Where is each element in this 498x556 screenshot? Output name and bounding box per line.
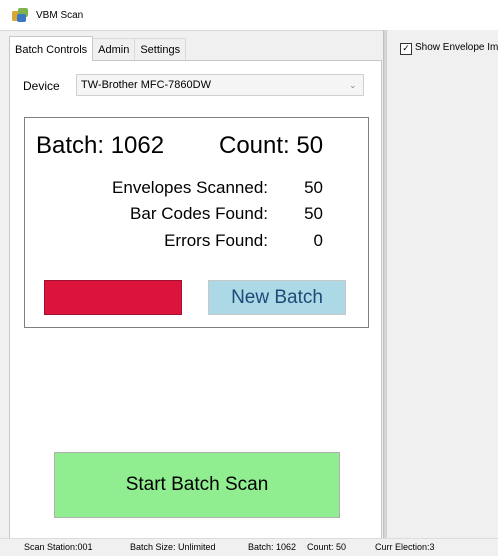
envelopes-scanned-value: 50	[304, 178, 323, 197]
device-select[interactable]: TW-Brother MFC-7860DW ⌄	[76, 74, 364, 96]
status-batch: Batch: 1062	[248, 542, 297, 552]
status-election: Curr Election:3	[375, 542, 435, 552]
splitter[interactable]	[383, 30, 387, 538]
bar-codes-found-value: 50	[304, 204, 323, 223]
chevron-down-icon: ⌄	[349, 80, 357, 90]
errors-found-label: Errors Found:	[164, 231, 268, 250]
batch-count: Count: 50	[219, 132, 324, 159]
bar-codes-found-label: Bar Codes Found:	[130, 204, 268, 223]
right-pane: ✓ Show Envelope Im	[388, 30, 498, 538]
show-envelope-checkbox[interactable]: ✓	[400, 43, 412, 55]
tab-strip: Batch Controls Admin Settings	[9, 36, 187, 61]
status-batch-size: Batch Size: Unlimited	[130, 542, 216, 552]
tab-admin[interactable]: Admin	[92, 38, 136, 61]
envelopes-scanned-label: Envelopes Scanned:	[112, 178, 268, 197]
status-indicator-button[interactable]	[44, 280, 182, 315]
left-pane: Batch Controls Admin Settings Device TW-…	[9, 36, 382, 540]
new-batch-button[interactable]: New Batch	[208, 280, 346, 315]
app-icon	[12, 8, 28, 22]
batch-number: Batch: 1062	[36, 132, 165, 159]
start-batch-scan-button[interactable]: Start Batch Scan	[54, 452, 340, 518]
status-count: Count: 50	[307, 542, 347, 552]
show-envelope-label: Show Envelope Im	[415, 42, 498, 53]
status-scan-station: Scan Station:001	[24, 542, 93, 552]
errors-found-value: 0	[313, 231, 323, 250]
device-selected-value: TW-Brother MFC-7860DW	[81, 79, 211, 91]
tab-settings[interactable]: Settings	[134, 38, 187, 61]
batch-controls-page: Device TW-Brother MFC-7860DW ⌄ Batch: 10…	[9, 60, 382, 540]
tab-batch-controls[interactable]: Batch Controls	[9, 36, 94, 61]
device-label: Device	[23, 79, 60, 93]
title-bar: VBM Scan	[0, 0, 498, 31]
status-bar: Scan Station:001 Batch Size: Unlimited B…	[0, 538, 498, 556]
window-title: VBM Scan	[36, 9, 84, 21]
batch-panel: Batch: 1062 Count: 50 Envelopes Scanned:…	[24, 117, 369, 328]
